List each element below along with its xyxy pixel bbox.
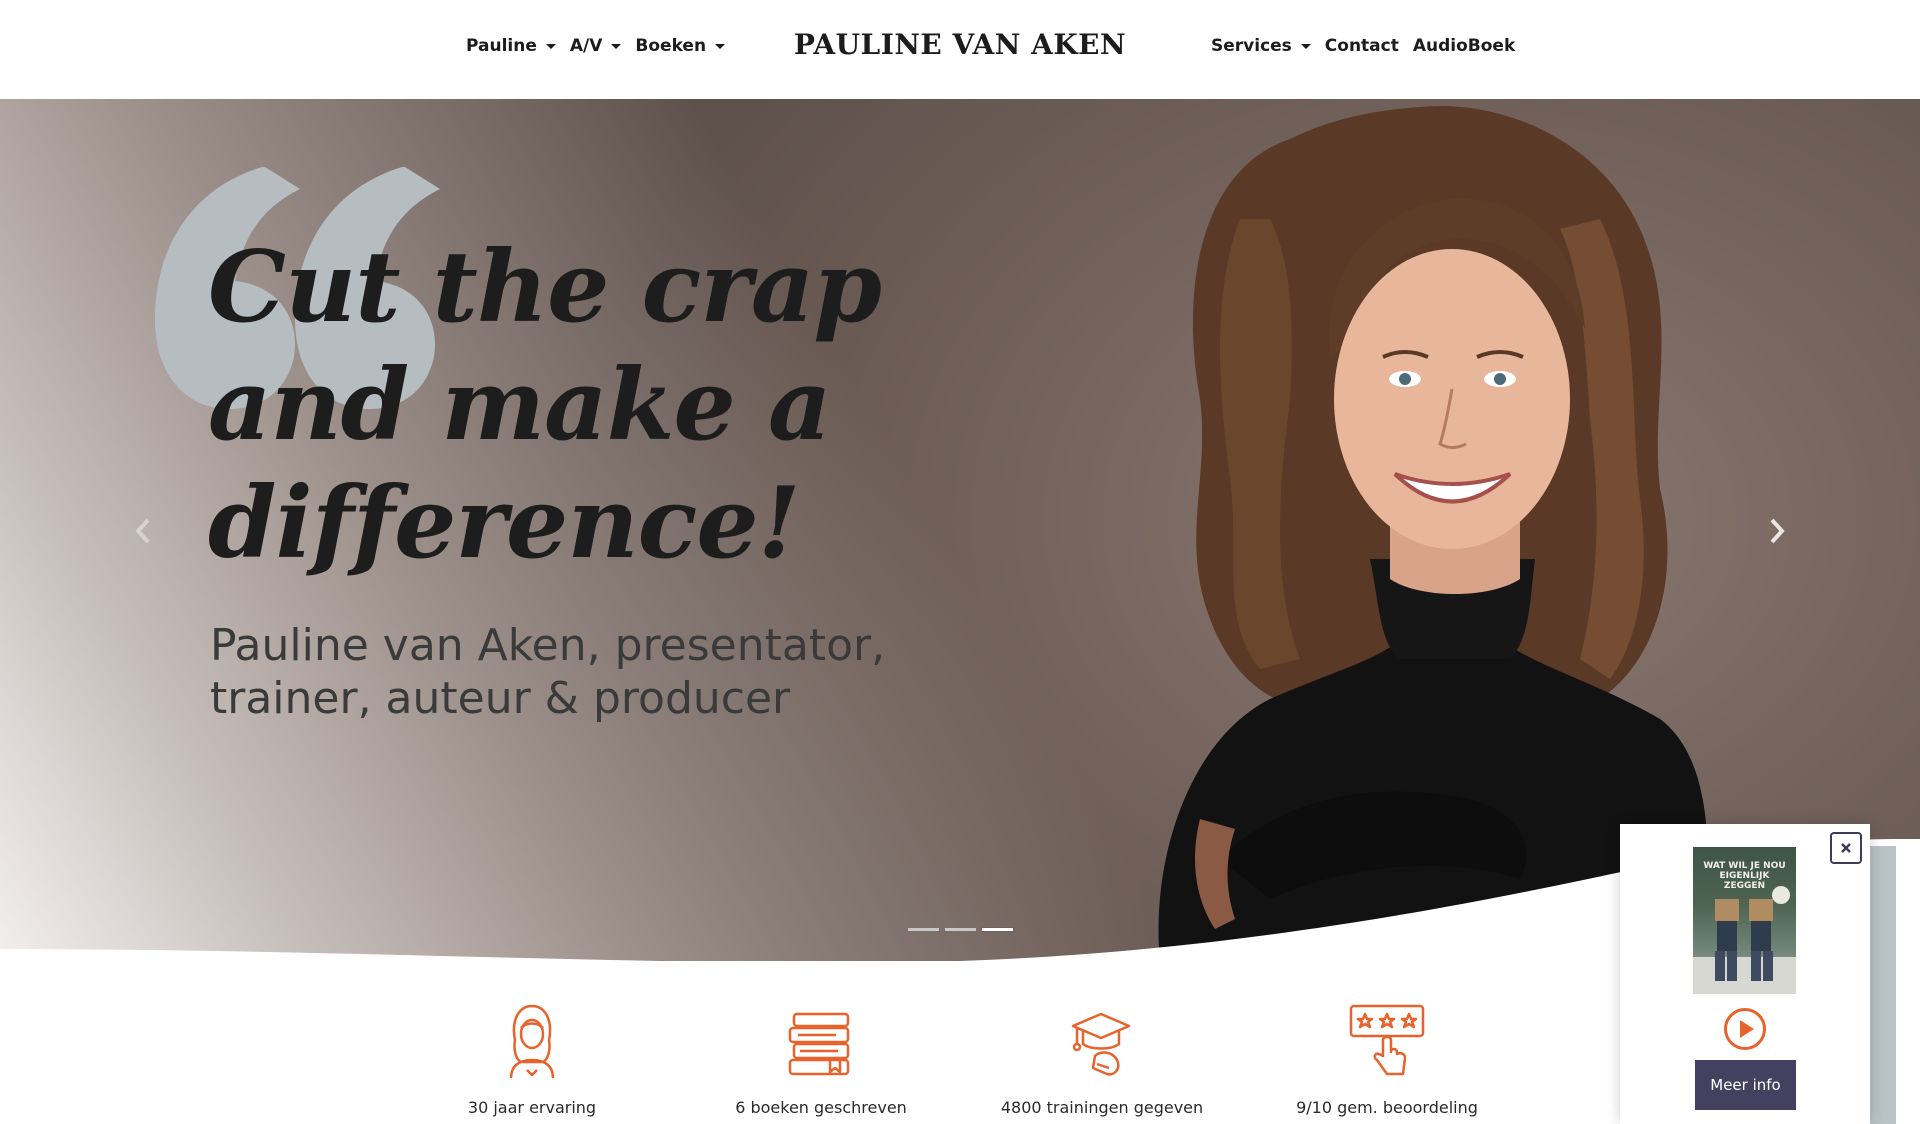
close-icon <box>1841 843 1851 853</box>
more-info-button[interactable]: Meer info <box>1695 1060 1796 1110</box>
stat-label: 9/10 gem. beoordeling <box>1296 1098 1478 1117</box>
subline-line: Pauline van Aken, presentator, <box>210 620 886 671</box>
brand: PAULINE VAN AKEN <box>0 28 1920 61</box>
nav-item-services[interactable]: Services <box>1211 36 1311 56</box>
hero-subline: Pauline van Aken, presentator, trainer, … <box>210 619 970 725</box>
carousel-indicator-2[interactable] <box>945 928 976 931</box>
books-icon <box>788 1012 850 1076</box>
carousel-indicator-3[interactable] <box>982 928 1013 931</box>
book-cover-image[interactable]: WAT WIL JE NOU EIGENLIJK ZEGGEN <box>1693 847 1796 994</box>
nav-item-label: A/V <box>569 36 603 56</box>
nav-item-label: Services <box>1211 36 1292 56</box>
woman-icon <box>509 1004 555 1079</box>
caret-down-icon <box>1300 43 1311 49</box>
nav-item-audioboek[interactable]: AudioBoek <box>1413 36 1515 56</box>
nav-item-pauline[interactable]: Pauline <box>466 36 556 56</box>
chevron-left-icon <box>135 518 150 544</box>
stat-label: 6 boeken geschreven <box>735 1098 907 1117</box>
site-header: Pauline A/V Boeken PAULINE VAN AKEN Serv… <box>0 0 1920 99</box>
headline-line: and make a <box>208 348 831 463</box>
stat-books: 6 boeken geschreven <box>691 1000 951 1117</box>
nav-item-label: Contact <box>1324 36 1399 56</box>
nav-item-boeken[interactable]: Boeken <box>635 36 726 56</box>
caret-down-icon <box>545 43 556 49</box>
popup-close-button[interactable] <box>1830 832 1862 864</box>
carousel-indicators <box>908 928 1013 931</box>
stat-label: 4800 trainingen gegeven <box>1000 1098 1204 1117</box>
nav-item-av[interactable]: A/V <box>570 36 622 56</box>
carousel-next-button[interactable] <box>1762 511 1792 551</box>
carousel-indicator-1[interactable] <box>908 928 939 931</box>
nav-item-contact[interactable]: Contact <box>1325 36 1399 56</box>
brand-logo-link[interactable]: PAULINE VAN AKEN <box>794 28 1126 61</box>
stat-trainings: 4800 trainingen gegeven <box>972 1000 1232 1117</box>
nav-item-label: AudioBoek <box>1412 36 1516 56</box>
rating-stars-icon <box>1349 1004 1425 1076</box>
stat-label: 30 jaar ervaring <box>467 1098 597 1117</box>
headline-line: difference! <box>208 466 801 581</box>
caret-down-icon <box>611 43 622 49</box>
book-cover-art <box>1693 886 1796 994</box>
caret-down-icon <box>715 43 726 49</box>
headline-line: Cut the crap <box>208 230 882 345</box>
play-icon[interactable] <box>1723 1007 1767 1051</box>
nav-item-label: Pauline <box>466 36 537 56</box>
subline-line: trainer, auteur & producer <box>210 673 791 724</box>
stat-rating: 9/10 gem. beoordeling <box>1257 1000 1517 1117</box>
hero-headline: Cut the crap and make a difference! <box>208 229 968 583</box>
chevron-right-icon <box>1770 518 1785 544</box>
carousel-prev-button[interactable] <box>128 511 158 551</box>
audiobook-popup: WAT WIL JE NOU EIGENLIJK ZEGGEN Meer inf… <box>1620 824 1870 1124</box>
nav-right: Services Contact AudioBoek <box>1211 36 1515 56</box>
stat-experience: 30 jaar ervaring <box>402 1000 662 1117</box>
nav-item-label: Boeken <box>635 36 707 56</box>
graduation-cap-icon <box>1071 1012 1131 1076</box>
nav-left: Pauline A/V Boeken <box>466 36 726 56</box>
